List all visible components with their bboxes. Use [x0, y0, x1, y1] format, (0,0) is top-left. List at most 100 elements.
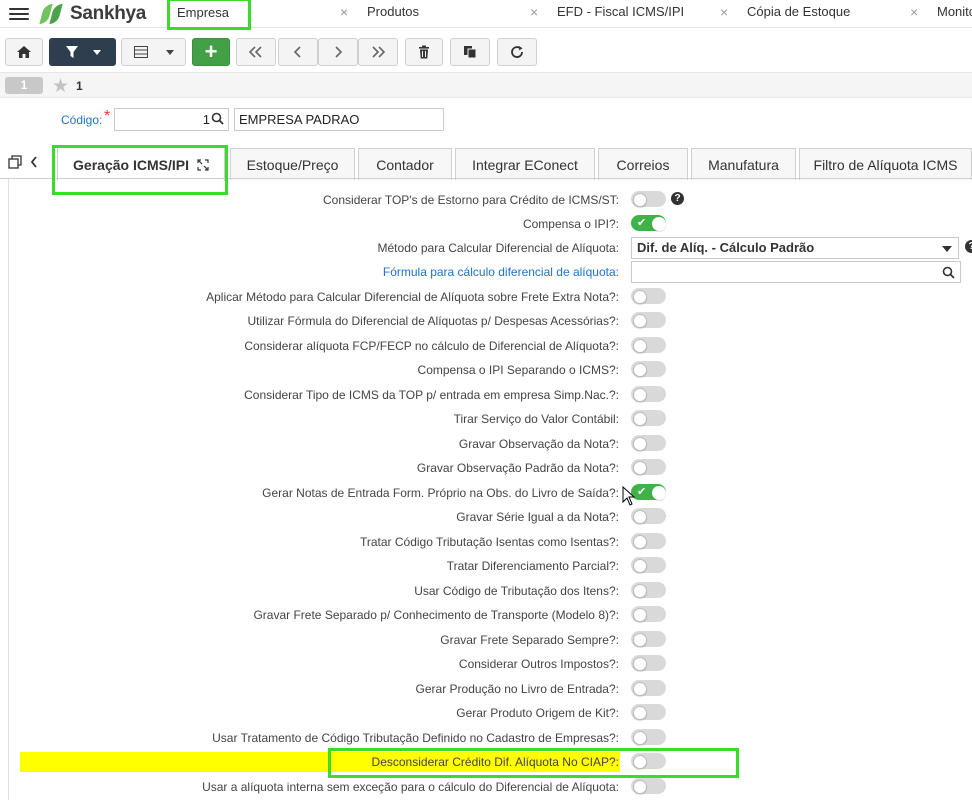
tab-integrar-econect[interactable]: Integrar EConect [455, 148, 595, 180]
toggle-switch[interactable] [631, 337, 666, 353]
record-bar: 1 ★ 1 [0, 72, 972, 98]
field-label: Gerar Produto Origem de Kit?: [456, 706, 619, 720]
field-row: Considerar Outros Impostos?: [9, 653, 972, 675]
toggle-switch[interactable] [631, 533, 666, 549]
field-row: Usar Código de Tributação dos Itens?: [9, 580, 972, 602]
tab-label: Cópia de Estoque [747, 4, 851, 19]
add-button[interactable]: + [192, 38, 230, 66]
tab-label: Geração ICMS/IPI [73, 156, 189, 173]
formula-search-input[interactable] [631, 261, 961, 283]
toggle-switch[interactable] [631, 459, 666, 475]
field-label: Tratar Código Tributação Isentas como Is… [359, 535, 619, 549]
toggle-switch[interactable] [631, 410, 666, 426]
field-label: Usar a alíquota interna sem exceção para… [202, 780, 619, 794]
favorite-count: 1 [76, 79, 83, 93]
tab-label: Manufatura [708, 156, 779, 173]
toggle-switch[interactable] [631, 288, 666, 304]
field-label: Gravar Frete Separado p/ Conhecimento de… [253, 608, 619, 622]
toggle-switch[interactable] [631, 680, 666, 696]
field-label: Gerar Produção no Livro de Entrada?: [415, 682, 619, 696]
field-label: Compensa o IPI Separando o ICMS?: [417, 363, 619, 377]
close-icon[interactable]: × [340, 0, 348, 24]
toggle-switch[interactable] [631, 582, 666, 598]
toggle-switch[interactable] [631, 606, 666, 622]
double-chevron-left-icon [248, 46, 262, 58]
toggle-switch[interactable] [631, 508, 666, 524]
chevron-right-icon [335, 46, 343, 58]
toggle-switch[interactable]: ✔ [631, 484, 666, 500]
toggle-switch[interactable] [631, 557, 666, 573]
tab-produtos[interactable]: × Produtos [340, 0, 520, 26]
help-icon[interactable]: ? [671, 192, 684, 205]
menu-icon[interactable] [9, 5, 29, 21]
tab-empresa[interactable]: Empresa [167, 0, 251, 30]
tab-manufatura[interactable]: Manufatura [691, 148, 796, 180]
toggle-switch[interactable] [631, 312, 666, 328]
filter-icon [65, 46, 78, 58]
tab-geracao-icms-ipi[interactable]: Geração ICMS/IPI [57, 147, 225, 181]
field-label[interactable]: Fórmula para cálculo diferencial de alíq… [383, 265, 619, 279]
copy-icon [464, 46, 477, 59]
tab-correios[interactable]: Correios [598, 148, 688, 180]
tab-copia-estoque[interactable]: × Cópia de Estoque [720, 0, 910, 26]
close-icon[interactable]: × [530, 0, 538, 24]
tab-label: Empresa [177, 5, 230, 20]
copy-button[interactable] [450, 38, 490, 66]
field-row: Gravar Série Igual a da Nota?: [9, 506, 972, 528]
field-row: Compensa o IPI Separando o ICMS?: [9, 359, 972, 381]
tab-label: EFD - Fiscal ICMS/IPI [557, 4, 685, 19]
home-button[interactable] [5, 38, 43, 66]
toggle-switch[interactable] [631, 386, 666, 402]
field-row: Método para Calcular Diferencial de Alíq… [9, 237, 972, 259]
toggle-switch[interactable]: ✔ [631, 215, 666, 231]
field-row: Gravar Frete Separado Sempre?: [9, 629, 972, 651]
field-row: Gerar Produto Origem de Kit?: [9, 702, 972, 724]
close-icon[interactable]: × [720, 0, 728, 24]
toggle-switch[interactable] [631, 655, 666, 671]
search-icon[interactable] [942, 266, 955, 279]
tab-monitor[interactable]: × Monito [910, 0, 972, 26]
close-icon[interactable]: × [910, 0, 918, 24]
toggle-switch[interactable] [631, 435, 666, 451]
field-label: Considerar Outros Impostos?: [458, 657, 619, 671]
tab-filtro-aliquota-icms[interactable]: Filtro de Alíquota ICMS [799, 148, 972, 180]
filter-button[interactable] [49, 38, 116, 66]
toggle-switch[interactable] [631, 753, 666, 769]
add-icon: + [204, 39, 218, 64]
toggle-switch[interactable] [631, 729, 666, 745]
last-record-button[interactable] [358, 38, 398, 66]
field-label: Considerar Tipo de ICMS da TOP p/ entrad… [244, 388, 619, 402]
tab-label: Estoque/Preço [246, 156, 339, 173]
toggle-switch[interactable] [631, 704, 666, 720]
field-row: Considerar alíquota FCP/FECP no cálculo … [9, 335, 972, 357]
tab-efd[interactable]: × EFD - Fiscal ICMS/IPI [530, 0, 720, 26]
star-icon[interactable]: ★ [52, 75, 69, 98]
record-number[interactable]: 1 [5, 77, 43, 94]
chevron-left-icon [293, 46, 301, 58]
field-row: Considerar TOP's de Estorno para Crédito… [9, 189, 972, 211]
tab-contador[interactable]: Contador [358, 148, 452, 180]
help-icon[interactable]: ? [965, 240, 972, 253]
toggle-switch[interactable] [631, 631, 666, 647]
search-icon[interactable] [211, 112, 224, 125]
previous-record-button[interactable] [278, 38, 318, 66]
field-row: Tratar Diferenciamento Parcial?: [9, 555, 972, 577]
app-logo: Sankhya [39, 2, 146, 26]
grid-icon [133, 46, 148, 58]
metodo-select[interactable]: Dif. de Alíq. - Cálculo Padrão [631, 237, 959, 259]
tab-estoque-preco[interactable]: Estoque/Preço [230, 148, 355, 180]
first-record-button[interactable] [236, 38, 276, 66]
field-label: Gravar Frete Separado Sempre?: [440, 633, 619, 647]
refresh-button[interactable] [497, 38, 537, 66]
expand-icon[interactable] [197, 158, 209, 171]
toggle-switch[interactable] [631, 191, 666, 207]
grid-view-button[interactable] [121, 38, 186, 66]
next-record-button[interactable] [318, 38, 358, 66]
delete-button[interactable] [405, 38, 443, 66]
trash-icon [419, 45, 429, 59]
caret-down-icon [942, 246, 952, 252]
toggle-switch[interactable] [631, 778, 666, 794]
field-label: Gravar Observação da Nota?: [458, 437, 619, 451]
field-row: Gravar Observação Padrão da Nota?: [9, 457, 972, 479]
toggle-switch[interactable] [631, 361, 666, 377]
